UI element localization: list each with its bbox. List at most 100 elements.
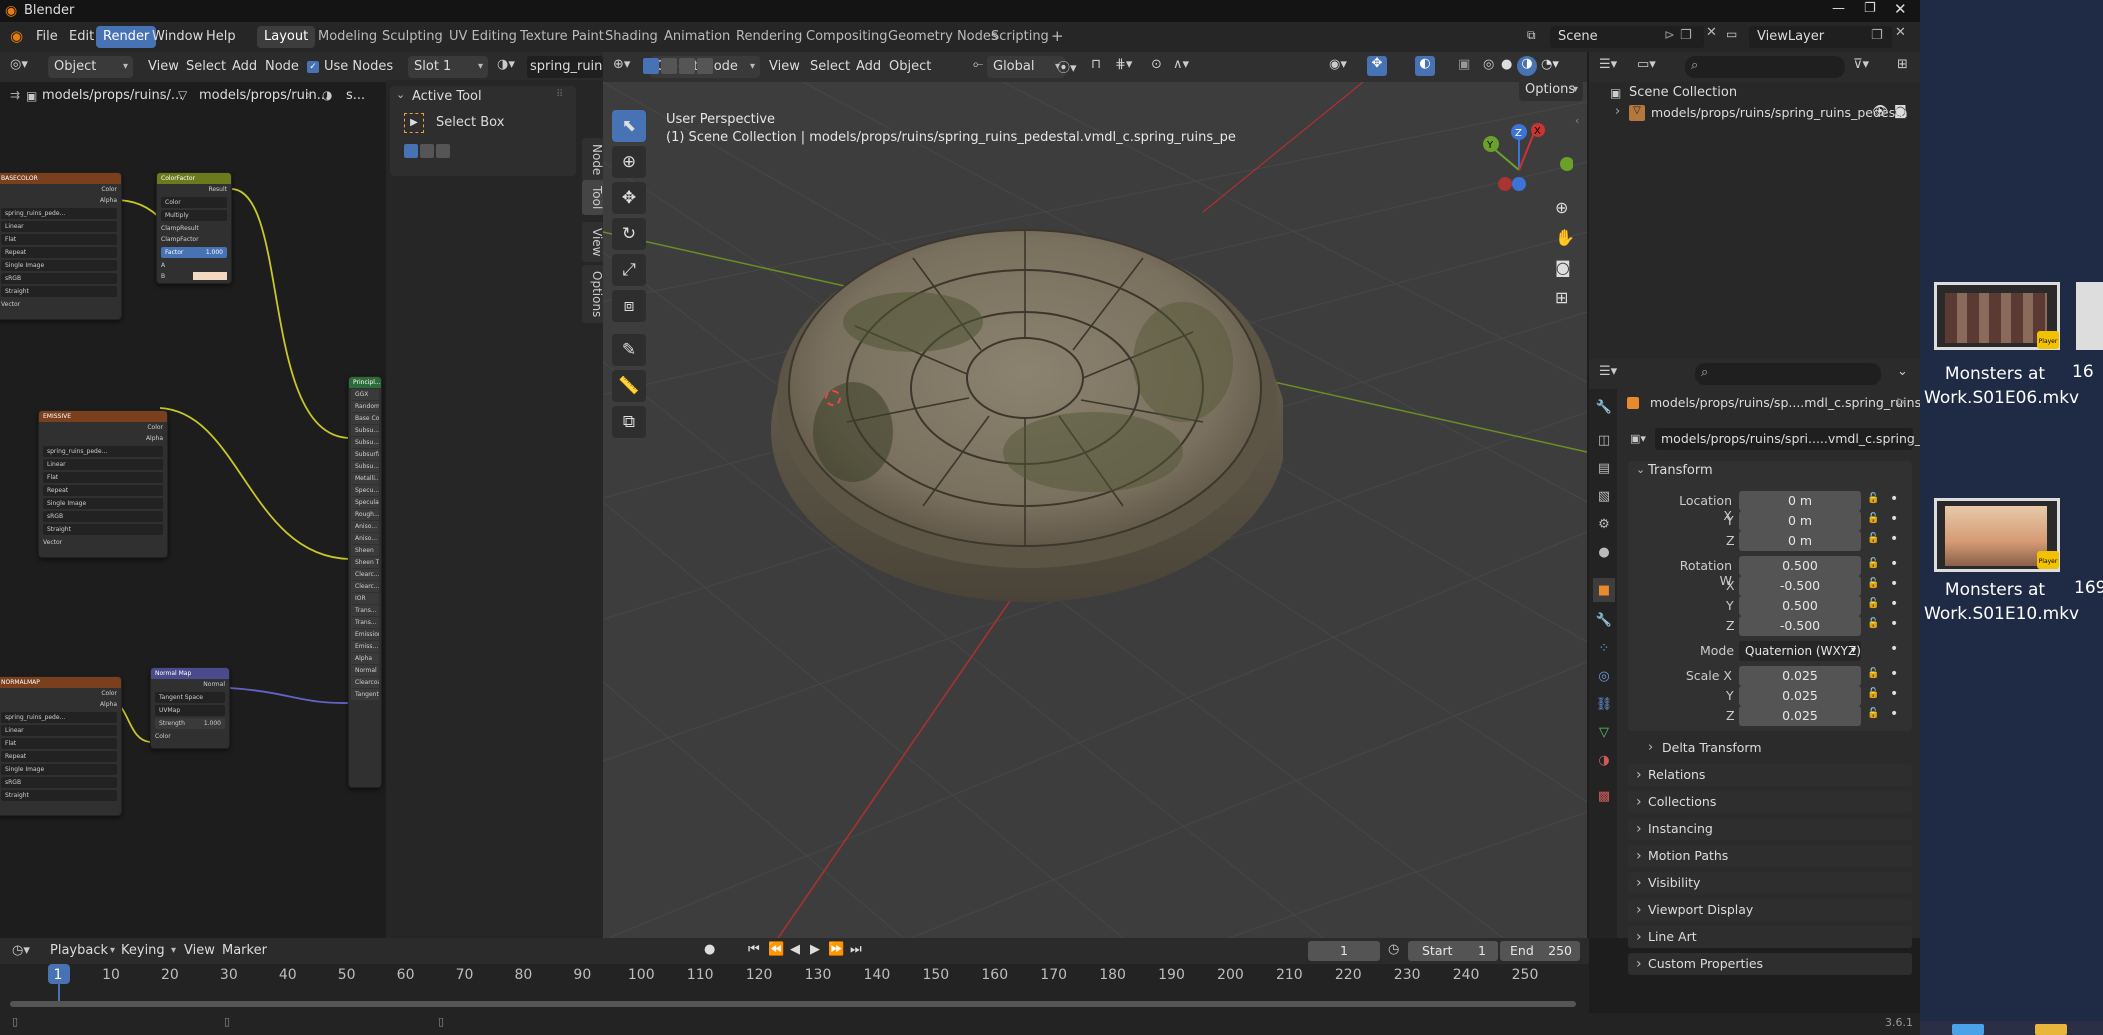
shading-solid-icon[interactable]: ● — [1501, 57, 1512, 72]
location-x-field[interactable]: 0 m — [1739, 491, 1861, 511]
close-icon[interactable]: ✕ — [1894, 0, 1907, 18]
lock-icon[interactable]: 🔓 — [1867, 578, 1879, 589]
tab-constraints-icon[interactable]: ⛓ — [1593, 692, 1615, 716]
principled-input-row[interactable]: Normal — [351, 665, 379, 676]
space-field[interactable]: Tangent Space — [159, 692, 203, 703]
node-colorfactor[interactable]: ColorFactor Result Color Multiply ClampR… — [156, 172, 232, 284]
tool-annotate[interactable]: ✎ — [612, 334, 646, 366]
maximize-icon[interactable]: ❐ — [1864, 1, 1876, 16]
interpolation-field[interactable]: Linear — [47, 459, 66, 470]
principled-input-row[interactable]: Metalli... — [351, 473, 379, 484]
snap-icon[interactable]: ⊓ — [1091, 57, 1101, 72]
timeline-menu-marker[interactable]: Marker — [216, 940, 273, 962]
tab-texture-paint[interactable]: Texture Paint — [513, 26, 611, 48]
lock-icon[interactable]: 🔓 — [1867, 618, 1879, 629]
select-mode-subtract-icon[interactable] — [436, 144, 450, 158]
sidebar-tab-view[interactable]: View — [582, 222, 604, 263]
panel-collections[interactable]: Collections — [1628, 791, 1912, 813]
principled-input-row[interactable]: Trans... — [351, 617, 379, 628]
keyframe-dot-icon[interactable]: • — [1890, 666, 1898, 682]
minimize-icon[interactable]: — — [1832, 1, 1845, 16]
shading-rendered-icon[interactable]: ◔▾ — [1541, 57, 1559, 72]
source-field[interactable]: Single Image — [47, 498, 86, 509]
options-arrow-icon[interactable]: ⌄ — [1897, 364, 1908, 379]
timeline-menu-view[interactable]: View — [178, 940, 221, 962]
object-name-field[interactable]: models/props/ruins/spri.....vmdl_c.sprin… — [1655, 428, 1974, 450]
principled-input-row[interactable]: Specula... — [351, 497, 379, 508]
sidebar-tab-node[interactable]: Node — [582, 138, 604, 182]
scene-selector[interactable]: Scene ⊳ ❐ — [1550, 26, 1704, 48]
principled-input-row[interactable]: IOR — [351, 593, 379, 604]
rotation-x-field[interactable]: -0.500 — [1739, 576, 1861, 596]
file-thumbnail-2[interactable]: Player — [1934, 498, 2060, 572]
timeline-editor-icon[interactable]: ◷▾ — [12, 943, 30, 958]
transform-collapse-icon[interactable]: ⌄ — [1636, 463, 1645, 476]
principled-input-row[interactable]: Subsu... — [351, 425, 379, 436]
tab-scripting[interactable]: Scripting — [984, 26, 1056, 48]
jump-end-icon[interactable]: ⏭ — [850, 942, 862, 957]
drag-handle-icon[interactable]: ⠿ — [556, 89, 563, 100]
tool-measure[interactable]: 📏 — [612, 370, 646, 402]
rotation-y-field[interactable]: 0.500 — [1739, 596, 1861, 616]
tab-rendering[interactable]: Rendering — [729, 26, 809, 48]
keyframe-dot-icon[interactable]: • — [1890, 596, 1898, 612]
sidebar-tab-tool[interactable]: Tool — [582, 180, 604, 216]
principled-input-row[interactable]: Alpha — [351, 653, 379, 664]
outliner-editor-icon[interactable]: ☰▾ — [1599, 57, 1617, 72]
add-workspace-icon[interactable]: + — [1051, 27, 1064, 45]
tab-modeling[interactable]: Modeling — [311, 26, 384, 48]
delta-expand-icon[interactable]: › — [1648, 740, 1653, 755]
principled-input-row[interactable]: Specu... — [351, 485, 379, 496]
outliner-search-input[interactable]: ⌕ — [1685, 56, 1845, 78]
node-principled-bsdf[interactable]: Principl... GGX Random... Base Color Subsu.… — [348, 376, 382, 788]
shading-wireframe-icon[interactable]: ◎ — [1483, 57, 1494, 72]
strength-field[interactable]: Strength — [159, 718, 185, 729]
principled-input-row[interactable]: Emiss... — [351, 641, 379, 652]
file-label-2[interactable]: Monsters at Work.S01E10.mkv — [1924, 578, 2079, 626]
clamp-result-checkbox[interactable]: ClampResult — [161, 223, 199, 234]
keyframe-dot-icon[interactable]: • — [1890, 686, 1898, 702]
pin-icon[interactable]: ⊳ — [1664, 28, 1675, 43]
new-collection-icon[interactable]: ⊞ — [1897, 57, 1908, 72]
lock-icon[interactable]: 🔓 — [1867, 598, 1879, 609]
tab-data-icon[interactable]: ▽ — [1593, 720, 1615, 744]
file-thumbnail-1[interactable]: Player — [1934, 282, 2060, 350]
properties-search-input[interactable]: ⌕ — [1695, 363, 1881, 385]
colorspace-field[interactable]: sRGB — [47, 511, 63, 522]
scene-collection-label[interactable]: Scene Collection — [1629, 85, 1737, 100]
xray-icon[interactable]: ▣ — [1458, 57, 1470, 72]
delta-transform-header[interactable]: Delta Transform — [1662, 740, 1762, 755]
tab-modifiers-icon[interactable]: 🔧 — [1593, 608, 1615, 632]
overlay-toggle-icon[interactable]: ◐ — [1415, 56, 1435, 76]
tool-select-box[interactable]: ⬉ — [612, 110, 646, 142]
playback-menu[interactable]: Playback — [44, 940, 120, 962]
blender-menu-icon[interactable]: ◉ — [10, 27, 23, 45]
scale-x-field[interactable]: 0.025 — [1739, 666, 1861, 686]
file-label-1[interactable]: Monsters at Work.S01E06.mkv — [1924, 362, 2079, 410]
taskbar-app-icon[interactable] — [1952, 1024, 1984, 1035]
data-type-field[interactable]: Color — [165, 197, 181, 208]
projection-field[interactable]: Flat — [47, 472, 58, 483]
3d-viewport[interactable]: ⊕▾ Object Mode View Select Add Object ⟜ … — [603, 52, 1587, 938]
principled-input-row[interactable]: Trans... — [351, 605, 379, 616]
interpolation-field[interactable]: Linear — [5, 725, 24, 736]
principled-input-row[interactable]: Clearcoat N... — [351, 677, 379, 688]
lock-icon[interactable]: 🔓 — [1867, 668, 1879, 679]
principled-input-row[interactable]: Sheen T... — [351, 557, 379, 568]
copy-layer-icon[interactable]: ❐ — [1871, 28, 1883, 43]
tool-move[interactable]: ✥ — [612, 182, 646, 214]
node-normal-map[interactable]: Normal Map Normal Tangent Space UVMap St… — [150, 667, 230, 749]
tool-rotate[interactable]: ↻ — [612, 218, 646, 250]
scale-z-field[interactable]: 0.025 — [1739, 706, 1861, 726]
colorspace-field[interactable]: sRGB — [5, 273, 21, 284]
keyframe-dot-icon[interactable]: • — [1890, 556, 1898, 572]
viewport-menu-select[interactable]: Select — [804, 56, 856, 78]
view-layer-selector[interactable]: ViewLayer ❐ — [1749, 26, 1892, 48]
principled-input-row[interactable]: Emission — [351, 629, 379, 640]
principled-input-row[interactable]: Rough... — [351, 509, 379, 520]
play-reverse-icon[interactable]: ◀ — [790, 942, 800, 957]
panel-custom-properties[interactable]: Custom Properties — [1628, 953, 1912, 975]
panel-collapse-icon[interactable]: ⌄ — [396, 88, 405, 101]
principled-input-row[interactable]: Sheen — [351, 545, 379, 556]
zoom-icon[interactable]: ⊕ — [1555, 198, 1568, 217]
